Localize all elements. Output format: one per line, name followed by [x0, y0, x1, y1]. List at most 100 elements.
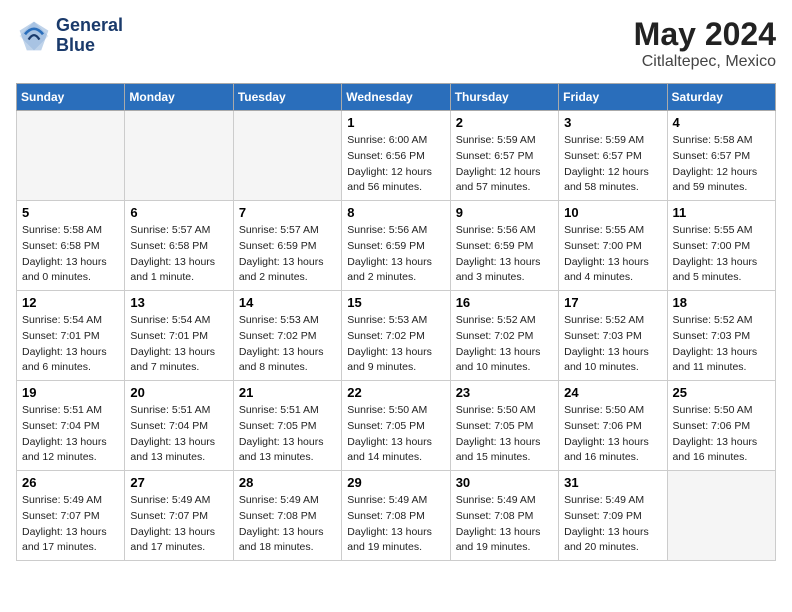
- day-number: 7: [239, 205, 336, 220]
- calendar-day-cell: 28 Sunrise: 5:49 AMSunset: 7:08 PMDayligh…: [233, 471, 341, 561]
- day-info: Sunrise: 5:52 AMSunset: 7:03 PMDaylight:…: [673, 313, 770, 376]
- calendar-day-cell: 3 Sunrise: 5:59 AMSunset: 6:57 PMDaylight…: [559, 111, 667, 201]
- weekday-header: Wednesday: [342, 84, 450, 111]
- calendar-day-cell: 21 Sunrise: 5:51 AMSunset: 7:05 PMDayligh…: [233, 381, 341, 471]
- calendar-day-cell: [17, 111, 125, 201]
- day-number: 29: [347, 475, 444, 490]
- day-number: 2: [456, 115, 553, 130]
- day-number: 19: [22, 385, 119, 400]
- day-info: Sunrise: 5:51 AMSunset: 7:05 PMDaylight:…: [239, 403, 336, 466]
- day-info: Sunrise: 5:52 AMSunset: 7:03 PMDaylight:…: [564, 313, 661, 376]
- calendar-day-cell: 20 Sunrise: 5:51 AMSunset: 7:04 PMDayligh…: [125, 381, 233, 471]
- calendar-day-cell: 2 Sunrise: 5:59 AMSunset: 6:57 PMDaylight…: [450, 111, 558, 201]
- logo-icon: [16, 18, 52, 54]
- day-number: 17: [564, 295, 661, 310]
- calendar-day-cell: 19 Sunrise: 5:51 AMSunset: 7:04 PMDayligh…: [17, 381, 125, 471]
- day-number: 6: [130, 205, 227, 220]
- calendar-day-cell: 30 Sunrise: 5:49 AMSunset: 7:08 PMDayligh…: [450, 471, 558, 561]
- day-info: Sunrise: 5:59 AMSunset: 6:57 PMDaylight:…: [564, 133, 661, 196]
- day-number: 20: [130, 385, 227, 400]
- day-number: 30: [456, 475, 553, 490]
- day-info: Sunrise: 5:50 AMSunset: 7:05 PMDaylight:…: [456, 403, 553, 466]
- day-info: Sunrise: 5:53 AMSunset: 7:02 PMDaylight:…: [347, 313, 444, 376]
- day-info: Sunrise: 5:55 AMSunset: 7:00 PMDaylight:…: [673, 223, 770, 286]
- day-info: Sunrise: 5:56 AMSunset: 6:59 PMDaylight:…: [347, 223, 444, 286]
- weekday-header: Sunday: [17, 84, 125, 111]
- calendar-day-cell: [667, 471, 775, 561]
- day-info: Sunrise: 5:54 AMSunset: 7:01 PMDaylight:…: [22, 313, 119, 376]
- weekday-header: Monday: [125, 84, 233, 111]
- day-number: 28: [239, 475, 336, 490]
- logo-line2: Blue: [56, 36, 123, 56]
- calendar-day-cell: [233, 111, 341, 201]
- day-info: Sunrise: 5:55 AMSunset: 7:00 PMDaylight:…: [564, 223, 661, 286]
- day-info: Sunrise: 5:57 AMSunset: 6:58 PMDaylight:…: [130, 223, 227, 286]
- calendar-day-cell: 18Sunrise: 5:52 AMSunset: 7:03 PMDayligh…: [667, 291, 775, 381]
- calendar-day-cell: 4 Sunrise: 5:58 AMSunset: 6:57 PMDaylight…: [667, 111, 775, 201]
- location: Citlaltepec, Mexico: [634, 53, 776, 71]
- title-block: May 2024 Citlaltepec, Mexico: [634, 16, 776, 71]
- calendar-week-row: 12Sunrise: 5:54 AMSunset: 7:01 PMDayligh…: [17, 291, 776, 381]
- day-number: 14: [239, 295, 336, 310]
- day-info: Sunrise: 5:50 AMSunset: 7:05 PMDaylight:…: [347, 403, 444, 466]
- calendar-day-cell: 6 Sunrise: 5:57 AMSunset: 6:58 PMDaylight…: [125, 201, 233, 291]
- day-info: Sunrise: 5:58 AMSunset: 6:57 PMDaylight:…: [673, 133, 770, 196]
- calendar-week-row: 19 Sunrise: 5:51 AMSunset: 7:04 PMDayligh…: [17, 381, 776, 471]
- day-info: Sunrise: 5:53 AMSunset: 7:02 PMDaylight:…: [239, 313, 336, 376]
- day-info: Sunrise: 5:54 AMSunset: 7:01 PMDaylight:…: [130, 313, 227, 376]
- day-number: 15: [347, 295, 444, 310]
- calendar-day-cell: 14 Sunrise: 5:53 AMSunset: 7:02 PMDayligh…: [233, 291, 341, 381]
- day-number: 13: [130, 295, 227, 310]
- calendar-week-row: 26 Sunrise: 5:49 AMSunset: 7:07 PMDayligh…: [17, 471, 776, 561]
- day-info: Sunrise: 5:49 AMSunset: 7:09 PMDaylight:…: [564, 493, 661, 556]
- day-info: Sunrise: 5:49 AMSunset: 7:08 PMDaylight:…: [239, 493, 336, 556]
- day-number: 22: [347, 385, 444, 400]
- day-number: 26: [22, 475, 119, 490]
- weekday-header: Thursday: [450, 84, 558, 111]
- day-number: 31: [564, 475, 661, 490]
- day-number: 4: [673, 115, 770, 130]
- calendar-day-cell: 1 Sunrise: 6:00 AMSunset: 6:56 PMDaylight…: [342, 111, 450, 201]
- day-info: Sunrise: 6:00 AMSunset: 6:56 PMDaylight:…: [347, 133, 444, 196]
- calendar-day-cell: 11Sunrise: 5:55 AMSunset: 7:00 PMDayligh…: [667, 201, 775, 291]
- calendar-day-cell: 31 Sunrise: 5:49 AMSunset: 7:09 PMDayligh…: [559, 471, 667, 561]
- logo-line1: General: [56, 16, 123, 36]
- day-number: 24: [564, 385, 661, 400]
- calendar-day-cell: 25Sunrise: 5:50 AMSunset: 7:06 PMDayligh…: [667, 381, 775, 471]
- weekday-header: Saturday: [667, 84, 775, 111]
- calendar-day-cell: 17 Sunrise: 5:52 AMSunset: 7:03 PMDayligh…: [559, 291, 667, 381]
- calendar-day-cell: 15 Sunrise: 5:53 AMSunset: 7:02 PMDayligh…: [342, 291, 450, 381]
- day-number: 16: [456, 295, 553, 310]
- day-info: Sunrise: 5:59 AMSunset: 6:57 PMDaylight:…: [456, 133, 553, 196]
- day-info: Sunrise: 5:51 AMSunset: 7:04 PMDaylight:…: [22, 403, 119, 466]
- day-number: 23: [456, 385, 553, 400]
- day-info: Sunrise: 5:49 AMSunset: 7:07 PMDaylight:…: [130, 493, 227, 556]
- day-number: 10: [564, 205, 661, 220]
- day-info: Sunrise: 5:51 AMSunset: 7:04 PMDaylight:…: [130, 403, 227, 466]
- calendar-week-row: 1 Sunrise: 6:00 AMSunset: 6:56 PMDaylight…: [17, 111, 776, 201]
- day-info: Sunrise: 5:50 AMSunset: 7:06 PMDaylight:…: [673, 403, 770, 466]
- day-number: 1: [347, 115, 444, 130]
- day-info: Sunrise: 5:49 AMSunset: 7:07 PMDaylight:…: [22, 493, 119, 556]
- day-number: 21: [239, 385, 336, 400]
- calendar-day-cell: 29Sunrise: 5:49 AMSunset: 7:08 PMDayligh…: [342, 471, 450, 561]
- calendar-day-cell: 26 Sunrise: 5:49 AMSunset: 7:07 PMDayligh…: [17, 471, 125, 561]
- day-info: Sunrise: 5:50 AMSunset: 7:06 PMDaylight:…: [564, 403, 661, 466]
- weekday-header: Tuesday: [233, 84, 341, 111]
- month-year: May 2024: [634, 16, 776, 53]
- calendar-day-cell: 22 Sunrise: 5:50 AMSunset: 7:05 PMDayligh…: [342, 381, 450, 471]
- day-info: Sunrise: 5:49 AMSunset: 7:08 PMDaylight:…: [456, 493, 553, 556]
- calendar-day-cell: 16Sunrise: 5:52 AMSunset: 7:02 PMDayligh…: [450, 291, 558, 381]
- page-header: General Blue May 2024 Citlaltepec, Mexic…: [16, 16, 776, 71]
- calendar-day-cell: 7Sunrise: 5:57 AMSunset: 6:59 PMDaylight…: [233, 201, 341, 291]
- day-number: 8: [347, 205, 444, 220]
- calendar-header-row: SundayMondayTuesdayWednesdayThursdayFrid…: [17, 84, 776, 111]
- calendar-week-row: 5Sunrise: 5:58 AMSunset: 6:58 PMDaylight…: [17, 201, 776, 291]
- calendar-day-cell: 27Sunrise: 5:49 AMSunset: 7:07 PMDayligh…: [125, 471, 233, 561]
- calendar-day-cell: 23 Sunrise: 5:50 AMSunset: 7:05 PMDayligh…: [450, 381, 558, 471]
- calendar-day-cell: 24 Sunrise: 5:50 AMSunset: 7:06 PMDayligh…: [559, 381, 667, 471]
- calendar-day-cell: 5Sunrise: 5:58 AMSunset: 6:58 PMDaylight…: [17, 201, 125, 291]
- day-number: 5: [22, 205, 119, 220]
- day-number: 3: [564, 115, 661, 130]
- logo-text: General Blue: [56, 16, 123, 56]
